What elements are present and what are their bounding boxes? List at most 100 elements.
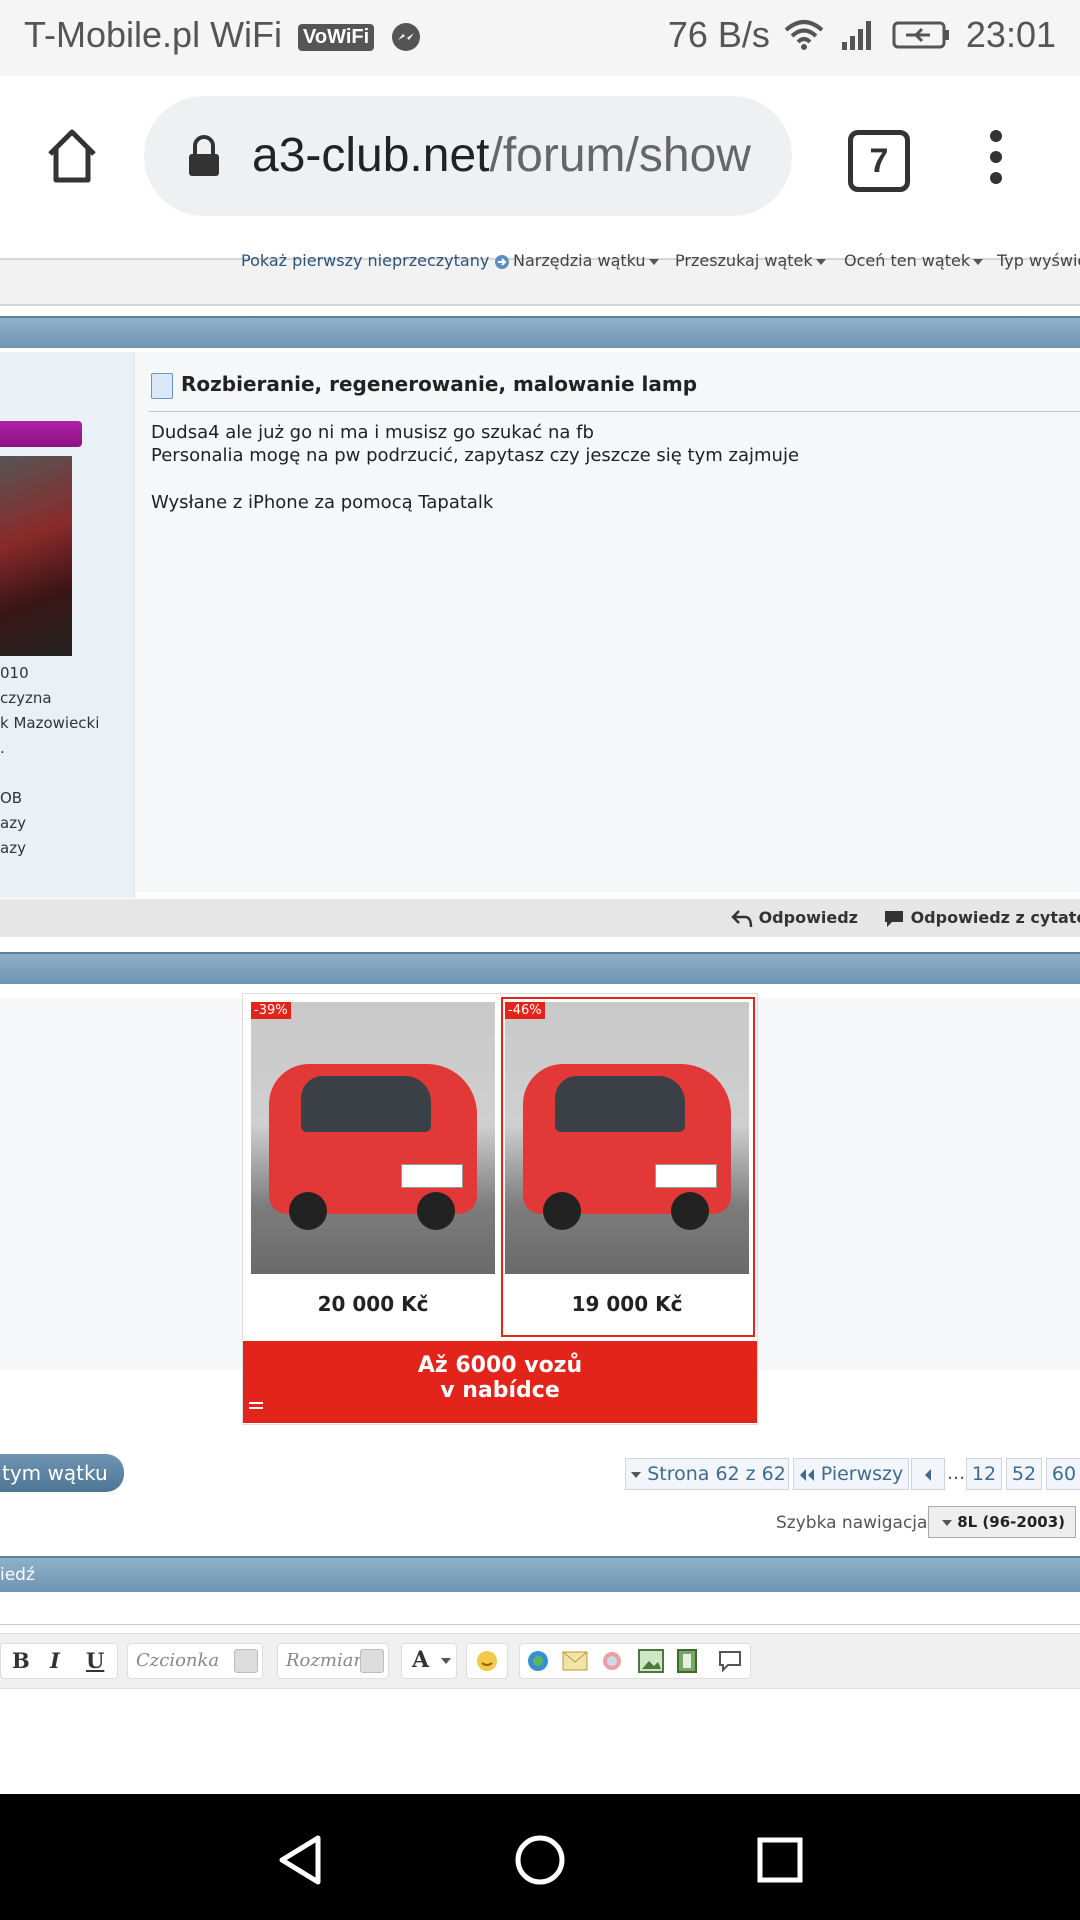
user-info-line: k Mazowiecki — [0, 714, 100, 732]
first-page-link[interactable]: Pierwszy — [793, 1458, 909, 1490]
clock: 23:01 — [965, 14, 1056, 55]
first-unread-link[interactable]: Pokaż pierwszy nieprzeczytany — [241, 251, 510, 270]
thread-tools-label: Narzędzia wątku — [513, 251, 646, 270]
quick-nav-label: Szybka nawigacja — [776, 1513, 928, 1533]
dropdown-icon — [360, 1649, 384, 1673]
underline-icon[interactable]: U — [86, 1648, 104, 1673]
post-header-bar — [0, 316, 1080, 348]
first-page-label: Pierwszy — [820, 1463, 904, 1485]
user-rank-bar — [0, 421, 82, 447]
carrier-name: T-Mobile.pl WiFi — [24, 14, 283, 55]
quick-reply-header: iedź — [0, 1556, 1080, 1592]
home-nav-icon[interactable] — [514, 1834, 566, 1886]
caret-down-icon — [648, 258, 659, 265]
email-icon[interactable] — [562, 1651, 588, 1671]
display-mode-label: Typ wyświe — [997, 251, 1080, 270]
post-icon — [151, 373, 173, 399]
thread-tools-menu[interactable]: Narzędzia wątku — [513, 251, 659, 270]
menu-icon — [249, 1402, 263, 1409]
page-of-label: Strona 62 z 62 — [647, 1463, 786, 1485]
net-speed: 76 B/s — [667, 14, 770, 55]
back-icon[interactable] — [276, 1834, 324, 1886]
ad-cta-line: v nabídce — [440, 1378, 560, 1403]
italic-icon[interactable]: I — [50, 1648, 60, 1673]
search-thread-menu[interactable]: Przeszukaj wątek — [675, 251, 826, 270]
ad-car-card[interactable]: -46% — [505, 1002, 749, 1274]
avatar[interactable] — [0, 456, 72, 656]
prev-page-link[interactable] — [911, 1458, 945, 1490]
ad-cta[interactable]: Až 6000 vozů v nabídce — [243, 1341, 757, 1423]
font-select-label: Czcionka — [136, 1650, 220, 1671]
dropdown-icon — [234, 1649, 258, 1673]
carrier-label: T-Mobile.pl WiFi VoWiFi — [24, 14, 422, 56]
arrow-circle-icon — [495, 254, 510, 269]
page-selector[interactable]: Strona 62 z 62 — [625, 1458, 789, 1490]
divider — [0, 1624, 1080, 1625]
system-nav-bar — [0, 1794, 1080, 1920]
wifi-icon — [784, 20, 824, 50]
discount-badge: -46% — [505, 1002, 545, 1019]
caret-down-icon — [815, 258, 826, 265]
car-image: -39% — [251, 1002, 495, 1274]
rate-thread-menu[interactable]: Oceń ten wątek — [844, 251, 984, 270]
url-domain: a3-club.net — [252, 129, 490, 182]
bold-icon[interactable]: B — [12, 1648, 30, 1673]
size-select-label: Rozmiar — [286, 1650, 363, 1671]
status-right: 76 B/s 23:01 — [668, 14, 1056, 56]
discount-badge: -39% — [251, 1002, 291, 1019]
car-image: -46% — [505, 1002, 749, 1274]
smiley-button[interactable] — [466, 1643, 508, 1679]
home-icon[interactable] — [42, 126, 102, 186]
caret-down-icon — [973, 258, 984, 265]
post-text-line: Dudsa4 ale już go ni ma i musisz go szuk… — [151, 422, 594, 443]
page-link[interactable]: 12 — [966, 1458, 1002, 1490]
url-path: /forum/show — [489, 129, 751, 182]
unlink-icon[interactable] — [600, 1649, 624, 1673]
link-icon[interactable] — [526, 1649, 550, 1673]
ad-header-bar — [0, 952, 1080, 984]
page-link[interactable]: 52 — [1006, 1458, 1042, 1490]
caret-down-icon — [441, 1658, 451, 1664]
left-arrow-icon — [925, 1468, 931, 1481]
divider — [148, 411, 1080, 412]
font-select[interactable]: Czcionka — [127, 1643, 263, 1679]
insert-button-group — [519, 1643, 751, 1679]
page-link[interactable]: 60 — [1046, 1458, 1080, 1490]
reply-quote-label: Odpowiedz z cytatem — [910, 908, 1080, 927]
reply-quote-button[interactable]: Odpowiedz z cytatem — [883, 908, 1080, 929]
user-info-line: 010 — [0, 664, 29, 682]
quick-reply-title: iedź — [0, 1565, 35, 1585]
user-info-line: azy — [0, 814, 26, 832]
car-price: 20 000 Kč — [317, 1292, 429, 1316]
battery-icon — [892, 21, 949, 49]
messenger-icon — [392, 23, 421, 52]
image-icon[interactable] — [638, 1649, 664, 1673]
ad-car-card[interactable]: -39% — [251, 1002, 495, 1274]
font-color-icon: A — [412, 1647, 430, 1673]
post-text-line: Personalia mogę na pw podrzucić, zapytas… — [151, 445, 800, 466]
status-bar: T-Mobile.pl WiFi VoWiFi 76 B/s 23:01 — [0, 0, 1080, 76]
post-title: Rozbieranie, regenerowanie, malowanie la… — [181, 372, 698, 396]
quote-bubble-icon — [885, 910, 903, 927]
quote-icon[interactable] — [718, 1650, 742, 1672]
quick-nav-value: 8L (96-2003) — [957, 1513, 1065, 1531]
reply-button[interactable]: Odpowiedz — [731, 908, 858, 929]
recents-icon[interactable] — [756, 1836, 804, 1884]
reply-to-thread-button[interactable]: tym wątku — [0, 1454, 124, 1492]
quick-nav-select[interactable]: 8L (96-2003) — [928, 1506, 1076, 1538]
overflow-menu-icon[interactable] — [984, 128, 1008, 186]
search-thread-label: Przeszukaj wątek — [675, 251, 813, 270]
tab-switcher-button[interactable]: 7 — [848, 130, 910, 192]
user-info-line: . — [0, 739, 5, 757]
caret-down-icon — [941, 1519, 952, 1526]
video-icon[interactable] — [676, 1649, 698, 1673]
smiley-icon — [477, 1651, 497, 1671]
user-info-line: azy — [0, 839, 26, 857]
display-mode-menu[interactable]: Typ wyświe — [997, 251, 1080, 270]
text-color-button[interactable]: A — [401, 1643, 457, 1679]
signal-icon — [841, 21, 871, 50]
reply-label: Odpowiedz — [758, 908, 858, 927]
url-text[interactable]: a3-club.net/forum/show — [252, 128, 772, 183]
rate-thread-label: Oceń ten wątek — [844, 251, 971, 270]
size-select[interactable]: Rozmiar — [277, 1643, 389, 1679]
